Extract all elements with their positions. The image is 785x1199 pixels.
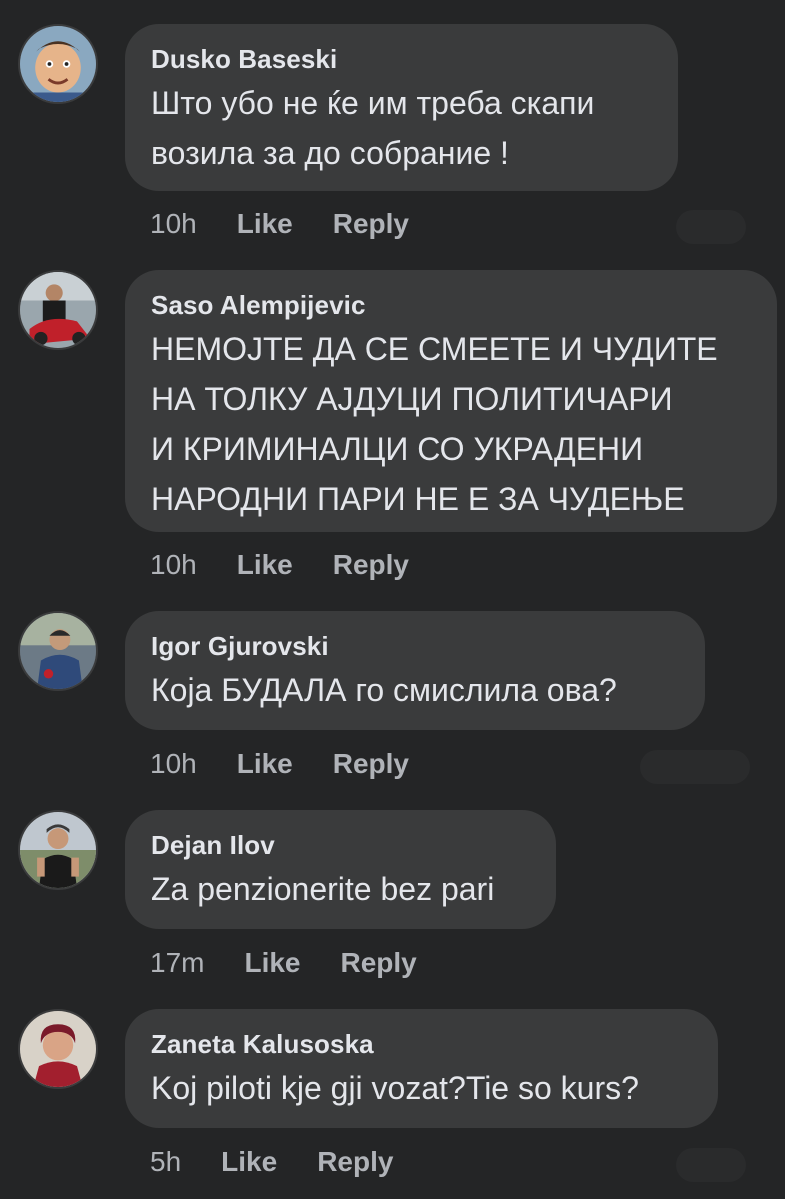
comment-timestamp[interactable]: 10h (150, 748, 197, 780)
reply-button[interactable]: Reply (333, 208, 409, 240)
comment-actions: 10h Like Reply (150, 208, 449, 240)
reaction-placeholder (640, 750, 750, 784)
comment-actions: 5h Like Reply (150, 1146, 433, 1178)
like-button[interactable]: Like (221, 1146, 277, 1178)
avatar[interactable] (18, 1009, 98, 1089)
comment-author[interactable]: Igor Gjurovski (151, 631, 677, 661)
avatar-icon (20, 1011, 96, 1087)
comment-bubble: Dusko Baseski Што убо не ќе им треба ска… (125, 24, 678, 191)
avatar-icon (20, 613, 96, 689)
reply-button[interactable]: Reply (341, 947, 417, 979)
avatar[interactable] (18, 611, 98, 691)
like-button[interactable]: Like (237, 549, 293, 581)
avatar-icon (20, 272, 96, 348)
comment-actions: 10h Like Reply (150, 748, 449, 780)
reply-button[interactable]: Reply (317, 1146, 393, 1178)
comment-text: Што убо не ќе им треба скапи возила за д… (151, 85, 595, 171)
avatar[interactable] (18, 810, 98, 890)
comment-bubble: Dejan Ilov Za penzionerite bez pari (125, 810, 556, 929)
comment-actions: 10h Like Reply (150, 549, 449, 581)
avatar-icon (20, 26, 96, 102)
comment-timestamp[interactable]: 17m (150, 947, 204, 979)
avatar[interactable] (18, 24, 98, 104)
comment-author[interactable]: Dejan Ilov (151, 830, 528, 860)
like-button[interactable]: Like (237, 208, 293, 240)
reaction-placeholder (676, 1148, 746, 1182)
reply-button[interactable]: Reply (333, 549, 409, 581)
comment-author[interactable]: Zaneta Kalusoska (151, 1029, 690, 1059)
comment-bubble: Saso Alempijevic НЕМОЈТЕ ДА СЕ СМЕЕТЕ И … (125, 270, 777, 532)
reaction-placeholder (676, 210, 746, 244)
comment-timestamp[interactable]: 10h (150, 208, 197, 240)
comment-text: Za penzionerite bez pari (151, 871, 495, 907)
comment-text: НЕМОЈТЕ ДА СЕ СМЕЕТЕ И ЧУДИТЕ НА ТОЛКУ А… (151, 331, 718, 517)
comment-author[interactable]: Saso Alempijevic (151, 290, 749, 320)
avatar-icon (20, 812, 96, 888)
comment-bubble: Igor Gjurovski Која БУДАЛА го смислила о… (125, 611, 705, 730)
comment-text: Која БУДАЛА го смислила ова? (151, 672, 617, 708)
comment-text: Koj piloti kje gji vozat?Tie so kurs? (151, 1070, 639, 1106)
comment-bubble: Zaneta Kalusoska Koj piloti kje gji voza… (125, 1009, 718, 1128)
reply-button[interactable]: Reply (333, 748, 409, 780)
like-button[interactable]: Like (244, 947, 300, 979)
comment-timestamp[interactable]: 10h (150, 549, 197, 581)
comment-actions: 17m Like Reply (150, 947, 457, 979)
avatar[interactable] (18, 270, 98, 350)
comment-timestamp[interactable]: 5h (150, 1146, 181, 1178)
like-button[interactable]: Like (237, 748, 293, 780)
comment-author[interactable]: Dusko Baseski (151, 44, 650, 74)
